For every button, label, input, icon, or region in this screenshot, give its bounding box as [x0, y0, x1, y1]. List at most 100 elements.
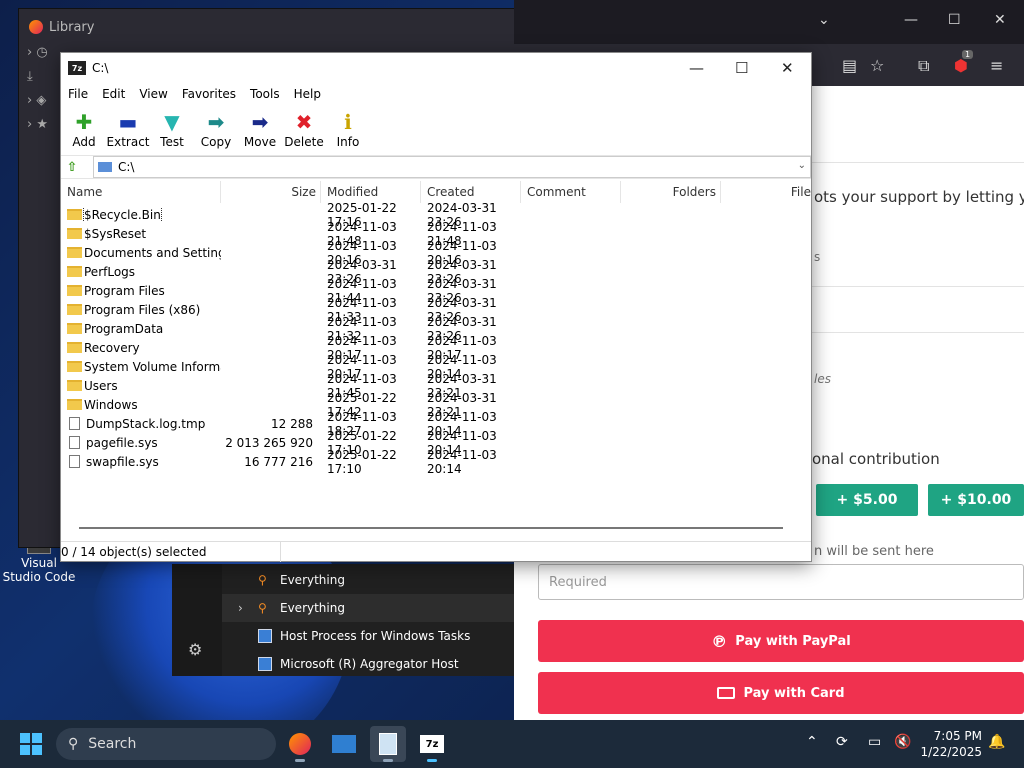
search-icon: ⚲: [258, 601, 267, 615]
file-name-cell: DumpStack.log.tmp: [61, 417, 221, 431]
column-folders[interactable]: Folders: [621, 181, 721, 203]
taskbar-notepad[interactable]: [370, 726, 406, 762]
file-name: DumpStack.log.tmp: [86, 416, 206, 431]
menu-icon[interactable]: ≡: [990, 56, 1003, 75]
network-icon[interactable]: ▭: [868, 734, 881, 750]
faded-text: les: [814, 372, 831, 386]
file-modified: 2025-01-22 17:10: [327, 447, 397, 476]
file-name-cell: Documents and Settings: [61, 246, 221, 260]
clock-date: 1/22/2025: [920, 745, 982, 759]
tags-icon[interactable]: › ◈: [19, 93, 63, 117]
folder-up-icon[interactable]: ⇧: [61, 160, 83, 175]
column-name[interactable]: Name: [61, 181, 221, 203]
file-name: pagefile.sys: [86, 435, 158, 450]
folder-icon: [67, 304, 82, 315]
column-size[interactable]: Size: [221, 181, 321, 203]
folder-icon: [67, 209, 82, 220]
file-name: Recovery: [84, 340, 140, 355]
copy-button[interactable]: ➡ Copy: [195, 105, 237, 153]
taskbar-7zip[interactable]: 7z: [414, 726, 450, 762]
copy-icon: ➡: [207, 110, 225, 134]
taskbar-firefox[interactable]: [282, 726, 318, 762]
pay-paypal-button[interactable]: ℗ Pay with PayPal: [538, 620, 1024, 662]
file-size: 12 288: [271, 416, 313, 431]
minimize-icon[interactable]: —: [904, 12, 918, 28]
menu-file[interactable]: File: [61, 87, 95, 101]
taskbar: ⚲ Search 7z ⌃ ⟳ ▭ 🔇 7:05 PM 1/22/2025 🔔: [0, 720, 1024, 768]
file-name: System Volume Informa...: [84, 359, 221, 374]
task-row[interactable]: ⚲ Everything: [222, 566, 514, 594]
taskbar-search-label: Search: [88, 736, 137, 752]
extensions-icon[interactable]: ⧉: [918, 56, 929, 76]
delete-button[interactable]: ✖ Delete: [283, 105, 325, 153]
bookmarks-star-icon[interactable]: › ★: [19, 117, 63, 141]
add-icon: ✚: [75, 110, 93, 134]
sync-icon[interactable]: ⟳: [836, 734, 848, 750]
task-row[interactable]: Microsoft (R) Aggregator Host: [222, 650, 514, 678]
drive-icon: [98, 162, 112, 172]
file-row[interactable]: swapfile.sys 16 777 216 2025-01-22 17:10 20…: [61, 448, 811, 476]
window-title: C:\: [92, 61, 109, 75]
file-created: 2024-11-03 20:14: [427, 447, 497, 476]
column-files[interactable]: File: [721, 181, 811, 203]
menu-edit[interactable]: Edit: [95, 87, 132, 101]
file-list: $Recycle.Bin 2025-01-22 17:16 2024-03-31 2…: [61, 201, 811, 525]
email-field[interactable]: Required: [538, 564, 1024, 600]
move-icon: ➡: [251, 110, 269, 134]
info-button[interactable]: ℹ Info: [327, 105, 369, 153]
menu-view[interactable]: View: [132, 87, 174, 101]
tab-list-icon[interactable]: ⌄: [818, 12, 830, 28]
address-input[interactable]: C:\ ⌄: [93, 156, 811, 178]
folder-icon: [67, 399, 82, 410]
toolbar: ✚ Add ▬ Extract ▼ Test ➡ Copy ➡ Move ✖ D…: [61, 105, 811, 153]
menu-help[interactable]: Help: [287, 87, 328, 101]
tray-chevron-up-icon[interactable]: ⌃: [806, 734, 818, 750]
task-row[interactable]: › ⚲ Everything: [222, 594, 514, 622]
sevenzip-titlebar: 7z C:\ — ☐ ✕: [61, 53, 811, 83]
task-label: Microsoft (R) Aggregator Host: [280, 657, 459, 671]
bookmark-star-icon[interactable]: ☆: [870, 56, 884, 75]
history-icon[interactable]: › ◷: [19, 45, 63, 69]
volume-muted-icon[interactable]: 🔇: [894, 734, 911, 750]
settings-gear-icon[interactable]: ⚙: [188, 640, 202, 659]
taskbar-search[interactable]: ⚲ Search: [56, 728, 276, 760]
column-comment[interactable]: Comment: [521, 181, 621, 203]
pay-card-button[interactable]: Pay with Card: [538, 672, 1024, 714]
clock[interactable]: 7:05 PM 1/22/2025: [918, 728, 982, 760]
running-indicator: [383, 759, 393, 762]
maximize-icon[interactable]: ☐: [735, 59, 748, 77]
reader-view-icon[interactable]: ▤: [842, 56, 857, 75]
minimize-icon[interactable]: —: [689, 59, 704, 77]
file-name-cell: Recovery: [61, 341, 221, 355]
test-button[interactable]: ▼ Test: [151, 105, 193, 153]
file-size: 2 013 265 920: [225, 435, 313, 450]
firefox-icon: [29, 20, 43, 34]
search-icon: ⚲: [68, 736, 79, 752]
horizontal-scrollbar[interactable]: [79, 527, 783, 529]
menu-favorites[interactable]: Favorites: [175, 87, 243, 101]
file-name-cell: swapfile.sys: [61, 455, 221, 469]
folder-icon: [67, 361, 82, 372]
support-text: ots your support by letting you: [814, 188, 1024, 206]
extract-button[interactable]: ▬ Extract: [106, 105, 150, 153]
taskbar-resource-monitor[interactable]: [326, 726, 362, 762]
notification-bell-icon[interactable]: 🔔: [988, 734, 1005, 750]
close-icon[interactable]: ✕: [781, 59, 794, 77]
chevron-right-icon[interactable]: ›: [238, 601, 243, 615]
start-button[interactable]: [20, 733, 42, 755]
downloads-icon[interactable]: ⤓: [19, 69, 63, 93]
add-button[interactable]: ✚ Add: [63, 105, 105, 153]
menu-tools[interactable]: Tools: [243, 87, 287, 101]
amount-10-button[interactable]: + $10.00: [928, 484, 1024, 516]
close-icon[interactable]: ✕: [994, 12, 1006, 28]
window-icon: [258, 629, 272, 643]
amount-5-button[interactable]: + $5.00: [816, 484, 918, 516]
task-row[interactable]: Host Process for Windows Tasks: [222, 622, 514, 650]
chevron-down-icon[interactable]: ⌄: [798, 160, 806, 171]
maximize-icon[interactable]: ☐: [948, 12, 961, 28]
tool-label: Test: [160, 135, 184, 149]
file-name: Program Files (x86): [84, 302, 201, 317]
move-button[interactable]: ➡ Move: [239, 105, 281, 153]
address-value: C:\: [118, 160, 135, 174]
tool-label: Extract: [106, 135, 150, 149]
